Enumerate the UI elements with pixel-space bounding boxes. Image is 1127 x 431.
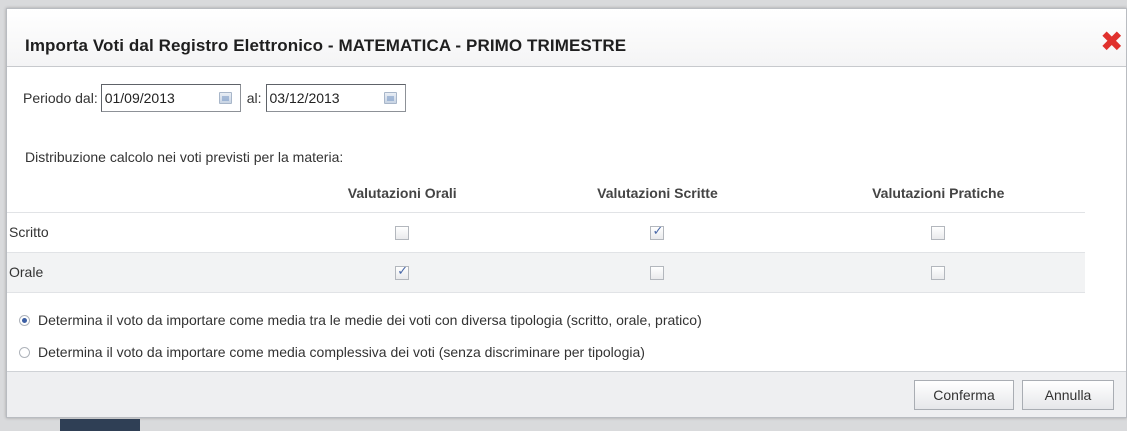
- column-header: Valutazioni Orali: [347, 184, 457, 201]
- date-from-input[interactable]: [101, 85, 220, 111]
- checkbox[interactable]: [931, 266, 946, 281]
- checkbox[interactable]: [395, 226, 410, 241]
- period-selector: Periodo dal: al:: [23, 83, 406, 113]
- column-header: Valutazioni Pratiche: [872, 184, 1005, 201]
- table-header-blank: [7, 174, 281, 212]
- checkbox[interactable]: [650, 224, 665, 241]
- period-to-label: al:: [246, 90, 262, 106]
- table-row: Scritto: [7, 211, 1085, 252]
- table-row: Orale: [7, 251, 1085, 293]
- row-label-scritto: Scritto: [7, 211, 281, 252]
- option-mean-of-means[interactable]: Determina il voto da importare come medi…: [19, 312, 702, 328]
- background-taskbar-fragment: [60, 419, 140, 431]
- close-icon[interactable]: ✖: [1100, 28, 1126, 56]
- dialog-footer: Conferma Annulla: [7, 371, 1126, 417]
- option-overall-mean[interactable]: Determina il voto da importare come medi…: [19, 344, 645, 360]
- radio-button[interactable]: [19, 314, 30, 326]
- dialog-titlebar: Importa Voti dal Registro Elettronico - …: [7, 9, 1126, 67]
- cancel-button[interactable]: Annulla: [1022, 380, 1114, 410]
- option-label: Determina il voto da importare come medi…: [38, 312, 702, 328]
- date-to-input[interactable]: [266, 85, 385, 111]
- confirm-button[interactable]: Conferma: [914, 380, 1014, 410]
- checkbox[interactable]: [395, 264, 410, 281]
- date-from-field[interactable]: [100, 84, 241, 112]
- distribution-table: Valutazioni Orali Valutazioni Scritte Va…: [7, 174, 1085, 293]
- radio-button[interactable]: [19, 346, 30, 358]
- table-header-row: Valutazioni Orali Valutazioni Scritte Va…: [7, 174, 1085, 212]
- option-label: Determina il voto da importare come medi…: [38, 344, 645, 360]
- column-header: Valutazioni Scritte: [597, 184, 718, 201]
- dialog-title: Importa Voti dal Registro Elettronico - …: [25, 36, 627, 55]
- calendar-icon[interactable]: [218, 92, 232, 104]
- calendar-icon[interactable]: [383, 92, 397, 104]
- checkbox[interactable]: [650, 266, 665, 281]
- period-from-label: Periodo dal:: [23, 90, 98, 106]
- import-grades-dialog: Importa Voti dal Registro Elettronico - …: [6, 8, 1127, 418]
- checkbox[interactable]: [931, 226, 946, 241]
- distribution-label: Distribuzione calcolo nei voti previsti …: [25, 149, 344, 165]
- row-label-orale: Orale: [7, 251, 281, 293]
- date-to-field[interactable]: [265, 84, 406, 112]
